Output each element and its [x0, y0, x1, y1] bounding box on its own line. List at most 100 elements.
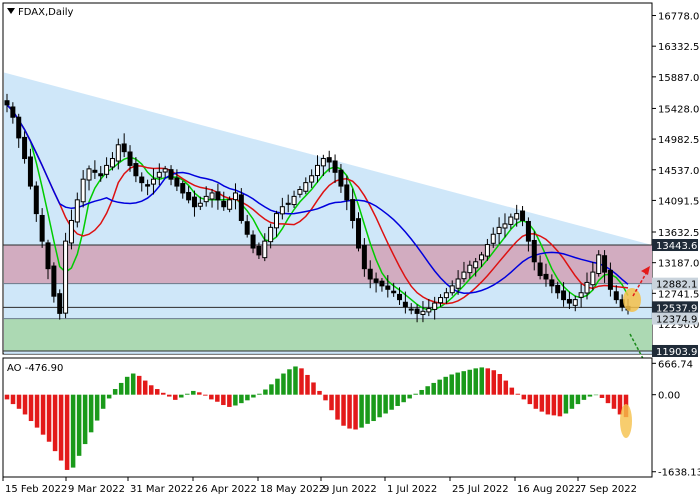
candle-body — [361, 244, 367, 270]
candle-body — [420, 310, 426, 315]
ao-bar — [575, 394, 581, 405]
candle-body — [244, 221, 250, 235]
ao-bar — [395, 394, 400, 406]
candle-body — [273, 213, 279, 229]
candle-body — [508, 216, 514, 225]
ao-bar — [197, 392, 202, 395]
ao-panel[interactable]: AO -476.90 — [2, 357, 653, 478]
candle-body — [367, 268, 373, 280]
ao-axis[interactable]: 666.74 0.00 -1638.13 — [652, 359, 700, 479]
ao-bar — [449, 374, 454, 395]
ao-bar — [467, 369, 473, 395]
candle-body — [432, 302, 438, 310]
price-label-text: 13443.6 — [656, 241, 697, 252]
candle-body — [45, 242, 51, 270]
ao-title: AO -476.90 — [7, 363, 63, 374]
price-axis[interactable]: 16778.0 16332.5 15887.0 15428.0 14982.5 14537… — [652, 12, 699, 358]
ao-bar — [287, 369, 292, 395]
ao-bar — [557, 394, 563, 417]
ao-bar — [112, 389, 118, 395]
ao-bar — [160, 392, 166, 395]
ao-bar — [353, 394, 358, 430]
trading-chart[interactable]: FDAX,Daily 16778.0 16332.5 15887.0 15428.0 1… — [0, 0, 700, 500]
candle-body — [543, 273, 549, 280]
candle-body — [555, 284, 561, 294]
ao-bar — [185, 393, 190, 395]
ao-bar — [70, 394, 76, 468]
ao-bar — [136, 375, 142, 395]
ao-bar — [76, 394, 82, 456]
candle-body — [115, 144, 121, 162]
price-tick-label: 14982.5 — [658, 135, 699, 146]
price-zone-overlay — [4, 245, 652, 284]
ao-bar — [533, 394, 539, 409]
ao-bar — [365, 394, 370, 424]
candle-body — [338, 169, 344, 187]
price-tick-label: 13187.0 — [658, 259, 699, 270]
candle-body — [350, 199, 356, 221]
candle-body — [139, 176, 145, 184]
candle-body — [590, 271, 596, 286]
ao-bar — [148, 385, 154, 395]
candle-body — [285, 202, 291, 205]
ao-bar — [269, 384, 274, 395]
ao-bar — [34, 394, 40, 428]
ao-bar — [22, 394, 28, 415]
ao-bar — [317, 390, 322, 395]
candle-body — [168, 169, 174, 180]
ao-bar — [431, 382, 436, 395]
candle-body — [191, 196, 197, 208]
ao-bar — [347, 394, 352, 429]
ao-bar — [191, 390, 196, 395]
candle-body — [133, 163, 139, 177]
time-tick-label: 16 Aug 2022 — [517, 484, 581, 495]
ao-bar — [539, 394, 545, 412]
price-panel[interactable]: FDAX,Daily — [2, 2, 653, 374]
time-tick-label: 18 May 2022 — [260, 484, 325, 495]
ao-bar — [124, 376, 130, 395]
price-tick-label: 15428.0 — [658, 104, 699, 115]
ao-bar — [257, 393, 262, 395]
ao-bar — [509, 387, 515, 395]
ao-bar — [130, 373, 136, 395]
ao-tick-label: -1638.13 — [658, 468, 700, 479]
candle-body — [215, 191, 221, 201]
candle-body — [490, 233, 496, 244]
ao-bar — [413, 393, 418, 395]
time-axis[interactable]: 15 Feb 2022 9 Mar 2022 31 Mar 2022 26 Apr 2… — [2, 477, 637, 495]
candle-body — [22, 136, 28, 160]
candle-body — [197, 202, 203, 207]
ao-bar — [593, 394, 599, 396]
ao-tick-label: 0.00 — [658, 391, 680, 402]
candle-body — [584, 281, 590, 294]
candle-body — [566, 298, 572, 304]
ao-bar — [545, 394, 551, 415]
forecast-highlight — [623, 288, 641, 312]
candle-body — [86, 168, 92, 181]
candle-body — [74, 199, 80, 223]
ao-bar — [383, 394, 388, 414]
candle-body — [461, 271, 467, 280]
candle-body — [4, 100, 10, 106]
ao-bar — [58, 394, 64, 461]
ao-bar — [359, 394, 364, 428]
ao-bar — [154, 389, 160, 395]
ao-bar — [305, 374, 310, 395]
ao-bar — [515, 393, 521, 395]
ao-bar — [209, 394, 214, 400]
ao-bar — [100, 394, 106, 409]
candle-body — [291, 195, 297, 206]
candle-body — [379, 280, 385, 287]
candle-body — [561, 290, 567, 301]
price-tick-label: 12741.5 — [658, 289, 699, 300]
ao-panel-border — [2, 357, 653, 478]
price-tick-label: 13632.5 — [658, 228, 699, 239]
candle-body — [613, 291, 619, 301]
candle-body — [98, 173, 104, 177]
ao-bar — [106, 394, 112, 399]
candle-body — [303, 182, 309, 192]
time-tick-label: 1 Jul 2022 — [387, 484, 437, 495]
ao-bar — [173, 394, 178, 400]
ao-bar — [497, 373, 503, 395]
time-tick-label: 9 Mar 2022 — [68, 484, 125, 495]
